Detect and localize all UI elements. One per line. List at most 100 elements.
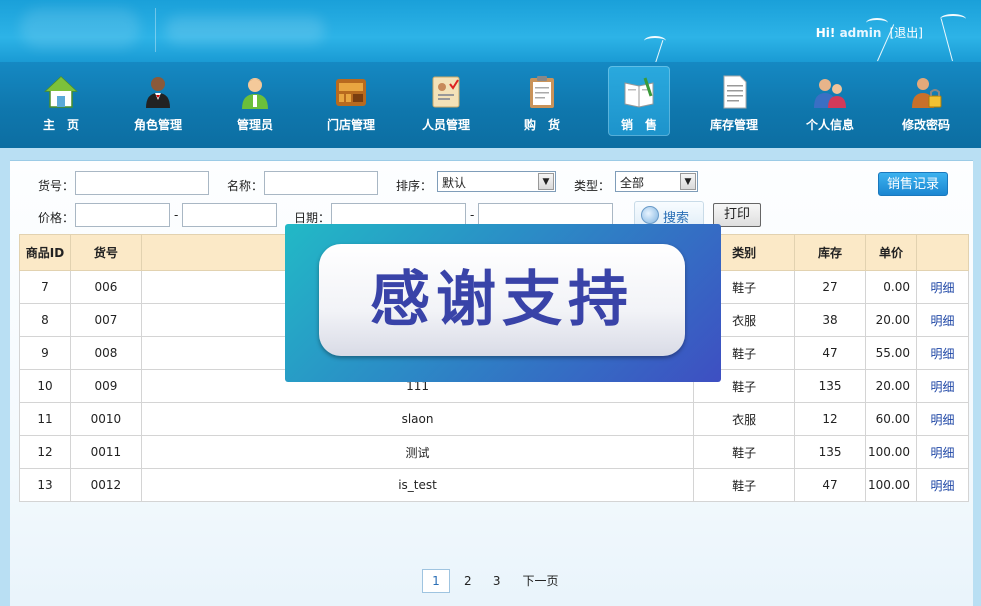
- nav-label: 库存管理: [709, 118, 758, 132]
- store-icon: [336, 79, 366, 106]
- column-header-action: [916, 234, 969, 271]
- cell-category: 衣服: [693, 402, 796, 436]
- admin-user-icon: [242, 78, 268, 109]
- system-title-placeholder: [165, 16, 325, 44]
- sales-record-button[interactable]: 销售记录: [878, 172, 948, 196]
- page-1-button[interactable]: 1: [422, 569, 450, 593]
- detail-link[interactable]: 明细: [916, 336, 969, 370]
- cell-category: 鞋子: [693, 468, 796, 502]
- greeting-text: Hi!: [815, 26, 836, 40]
- staff-card-icon: [432, 76, 460, 108]
- nav-item-change-password[interactable]: 修改密码: [895, 66, 957, 136]
- thanks-card: 感谢支持: [319, 244, 685, 356]
- dandelion-decoration: [930, 8, 976, 62]
- detail-link[interactable]: 明细: [916, 369, 969, 403]
- cell-id: 9: [19, 336, 71, 370]
- logo-placeholder: [20, 8, 140, 48]
- cell-sku: 0010: [69, 402, 142, 436]
- thanks-text: 感谢支持: [370, 265, 634, 335]
- nav-item-sales[interactable]: 销 售: [608, 66, 670, 136]
- price-label: 价格：: [38, 211, 75, 225]
- print-button[interactable]: 打印: [713, 203, 761, 227]
- price-max-input[interactable]: [182, 203, 277, 227]
- type-select[interactable]: 全部 ▼: [615, 171, 698, 192]
- detail-link[interactable]: 明细: [916, 435, 969, 469]
- nav-label: 修改密码: [901, 118, 950, 132]
- cell-price: 0.00: [865, 270, 917, 304]
- detail-link[interactable]: 明细: [916, 303, 969, 337]
- table-row: 12 0011 测试 鞋子 135 100.00 明细: [19, 435, 969, 469]
- table-row: 11 0010 slaon 衣服 12 60.00 明细: [19, 402, 969, 436]
- user-greeting-area: Hi! admin [退出]: [816, 24, 923, 41]
- price-range-dash: -: [174, 208, 179, 222]
- cell-id: 10: [19, 369, 71, 403]
- nav-item-home[interactable]: 主 页: [30, 66, 92, 136]
- nav-label: 销 售: [620, 118, 657, 132]
- next-page-button[interactable]: 下一页: [522, 570, 558, 594]
- cell-price: 20.00: [865, 369, 917, 403]
- cell-id: 13: [19, 468, 71, 502]
- table-row: 13 0012 is_test 鞋子 47 100.00 明细: [19, 468, 969, 502]
- cell-sku: 008: [69, 336, 142, 370]
- nav-label: 购 货: [523, 118, 560, 132]
- search-icon: [641, 206, 659, 224]
- sales-book-icon: [624, 77, 654, 108]
- cell-stock: 47: [794, 336, 867, 370]
- detail-link[interactable]: 明细: [916, 468, 969, 502]
- cell-sku: 0012: [69, 468, 142, 502]
- nav-item-staff[interactable]: 人员管理: [415, 66, 477, 136]
- cell-price: 100.00: [865, 468, 917, 502]
- nav-item-admins[interactable]: 管理员: [224, 66, 286, 136]
- cell-id: 11: [19, 402, 71, 436]
- cell-stock: 27: [794, 270, 867, 304]
- main-nav-bar: 主 页 角色管理 管理员 门店管理 人员管理 购 货 销 售 库存管理 个人信息…: [0, 62, 981, 148]
- nav-label: 门店管理: [326, 118, 375, 132]
- column-header-id: 商品ID: [19, 234, 71, 271]
- cell-stock: 47: [794, 468, 867, 502]
- price-min-input[interactable]: [75, 203, 170, 227]
- cell-category: 鞋子: [693, 435, 796, 469]
- inventory-doc-icon: [723, 75, 747, 109]
- nav-item-inventory[interactable]: 库存管理: [703, 66, 765, 136]
- waiter-icon: [146, 77, 170, 108]
- nav-item-purchase[interactable]: 购 货: [511, 66, 573, 136]
- cell-stock: 135: [794, 369, 867, 403]
- cell-name: is_test: [140, 468, 695, 502]
- type-label: 类型：: [574, 179, 611, 193]
- username-text: admin: [839, 26, 882, 40]
- cell-stock: 135: [794, 435, 867, 469]
- chevron-down-icon[interactable]: ▼: [680, 173, 696, 190]
- nav-label: 主 页: [42, 118, 79, 132]
- cell-sku: 009: [69, 369, 142, 403]
- detail-link[interactable]: 明细: [916, 270, 969, 304]
- sku-label: 货号：: [38, 179, 75, 193]
- nav-item-profile[interactable]: 个人信息: [799, 66, 861, 136]
- nav-item-roles[interactable]: 角色管理: [127, 66, 189, 136]
- nav-label: 个人信息: [805, 118, 854, 132]
- name-input[interactable]: [264, 171, 378, 195]
- cell-sku: 006: [69, 270, 142, 304]
- date-range-dash: -: [470, 208, 475, 222]
- name-label: 名称：: [227, 179, 264, 193]
- sku-input[interactable]: [75, 171, 209, 195]
- cell-stock: 38: [794, 303, 867, 337]
- top-header-bar: Hi! admin [退出]: [0, 0, 981, 62]
- thanks-overlay-banner: 感谢支持: [285, 224, 721, 382]
- people-icon: [814, 79, 846, 108]
- dandelion-decoration: [640, 30, 680, 62]
- sort-select[interactable]: 默认 ▼: [437, 171, 556, 192]
- page-3-button[interactable]: 3: [486, 570, 508, 594]
- type-value: 全部: [620, 176, 645, 190]
- cell-sku: 007: [69, 303, 142, 337]
- nav-item-stores[interactable]: 门店管理: [320, 66, 382, 136]
- cell-id: 12: [19, 435, 71, 469]
- logout-link[interactable]: [退出]: [890, 26, 923, 40]
- detail-link[interactable]: 明细: [916, 402, 969, 436]
- page-2-button[interactable]: 2: [457, 570, 479, 594]
- cell-id: 7: [19, 270, 71, 304]
- home-icon: [44, 75, 78, 108]
- lock-user-icon: [912, 78, 942, 108]
- purchase-clipboard-icon: [530, 76, 554, 108]
- chevron-down-icon[interactable]: ▼: [538, 173, 554, 190]
- column-header-price: 单价: [865, 234, 917, 271]
